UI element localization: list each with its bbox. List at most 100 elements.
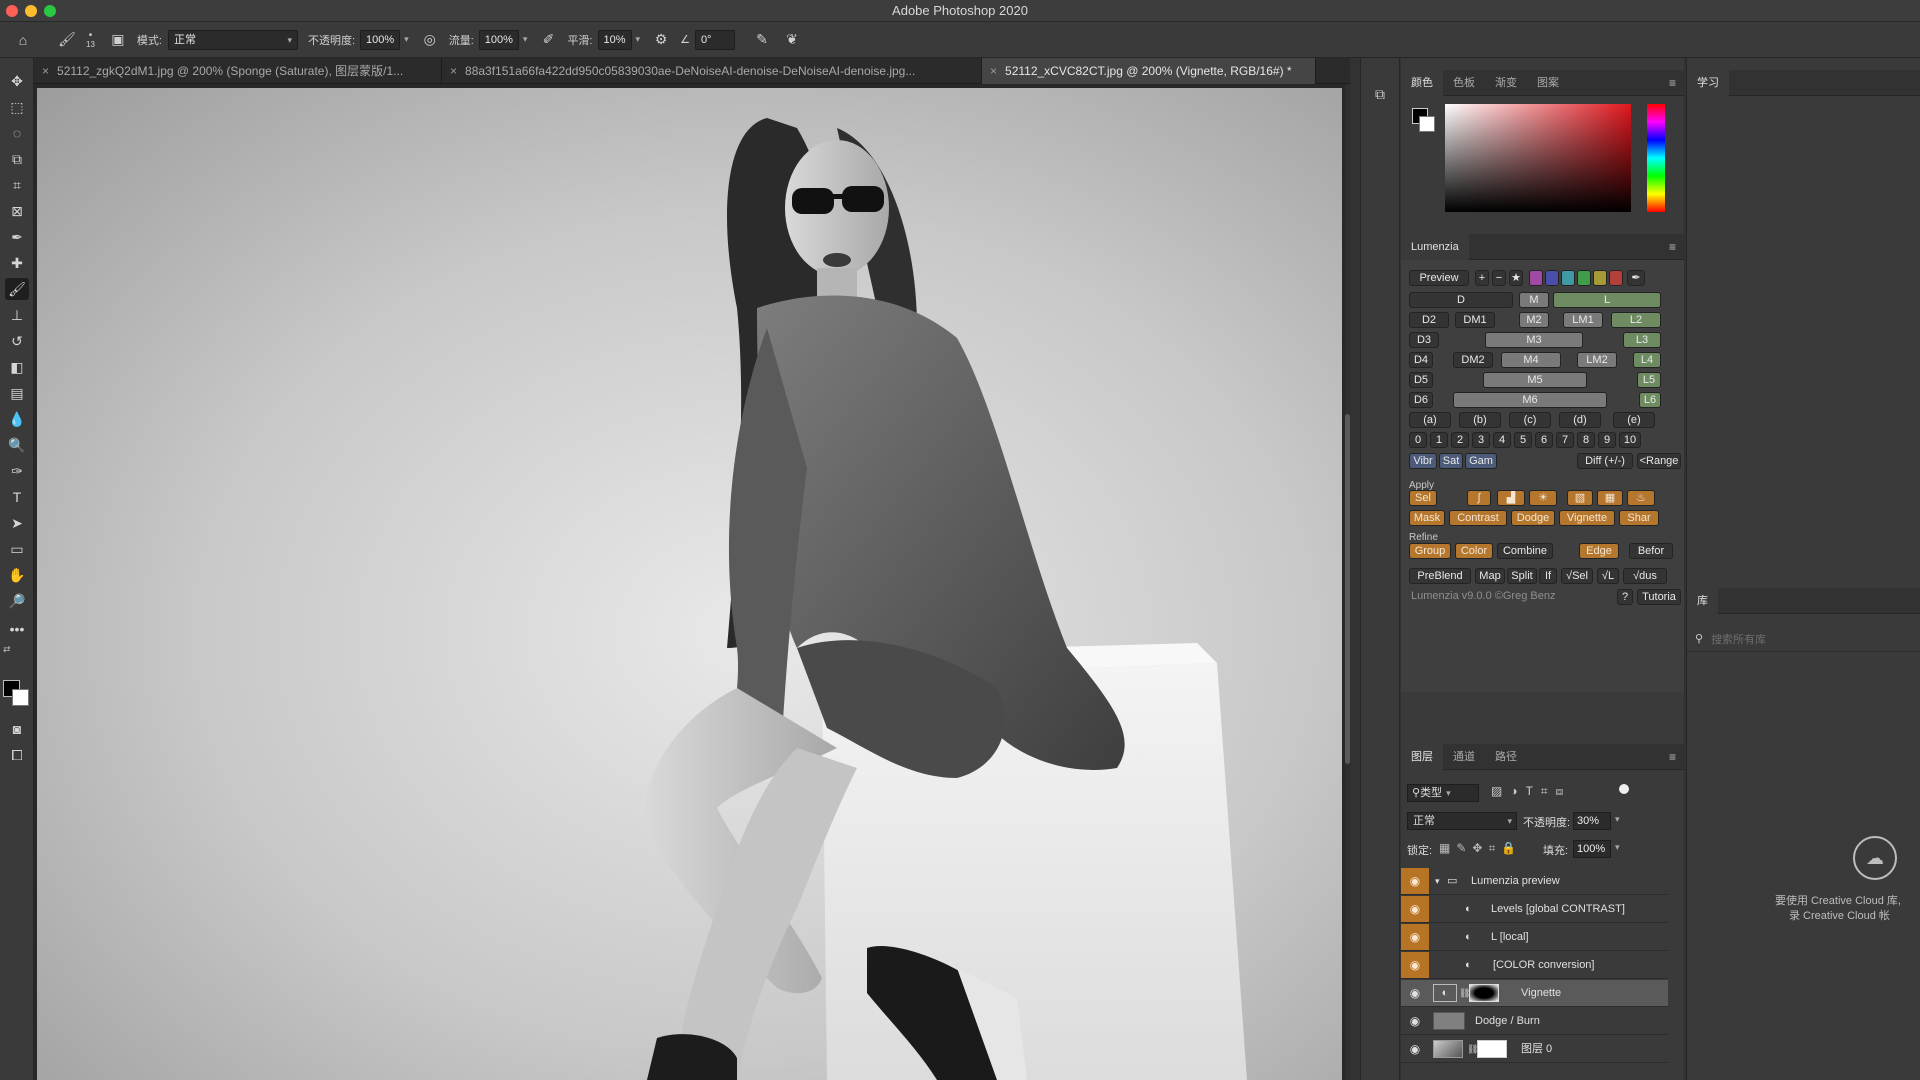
lz-num-3[interactable]: 3 [1472,432,1490,448]
lz-btn-L6[interactable]: L6 [1639,392,1661,408]
color-bg-swatch[interactable] [1419,116,1435,132]
lz-num-0[interactable]: 0 [1409,432,1427,448]
pressure-opacity-icon[interactable]: ◎ [419,29,441,51]
history-brush-tool-icon[interactable]: ↺ [5,330,29,352]
lz-num-9[interactable]: 9 [1598,432,1616,448]
object-select-tool-icon[interactable]: ⧉ [5,148,29,170]
lz-btn-LM1[interactable]: LM1 [1563,312,1603,328]
lz-edge-button[interactable]: Edge [1579,543,1619,559]
lz-levels-icon[interactable]: ▟ [1497,490,1525,506]
eye-icon[interactable]: ◉ [1401,952,1429,978]
blend-mode-select[interactable]: 正常 ▾ [1407,812,1517,830]
background-color-swatch[interactable] [12,689,29,706]
quick-mask-icon[interactable]: ◙ [5,718,29,740]
lz-help-button[interactable]: ? [1617,589,1633,605]
lz-btn-D4[interactable]: D4 [1409,352,1433,368]
lz-swatch-cyan[interactable] [1561,270,1575,286]
lz-btn-L[interactable]: L [1553,292,1661,308]
lz-num-4[interactable]: 4 [1493,432,1511,448]
lz-star-button[interactable]: ★ [1509,270,1523,286]
lz-check-sel-button[interactable]: √Sel [1561,568,1593,584]
lz-num-6[interactable]: 6 [1535,432,1553,448]
lz-vignette-button[interactable]: Vignette [1559,510,1615,526]
hue-slider[interactable] [1647,104,1665,212]
zoom-tool-icon[interactable]: 🔎 [5,590,29,612]
brush-preset-icon[interactable]: 🖌 [56,29,78,51]
lz-sel-button[interactable]: Sel [1409,490,1437,506]
path-select-tool-icon[interactable]: ➤ [5,512,29,534]
tab-document-3[interactable]: × 52112_xCVC82CT.jpg @ 200% (Vignette, RG… [982,58,1316,84]
lz-btn-D6[interactable]: D6 [1409,392,1433,408]
eye-icon[interactable]: ◉ [1401,1036,1429,1062]
canvas-area[interactable] [34,84,1350,1080]
lz-check-l-button[interactable]: √L [1597,568,1619,584]
lz-btn-M5[interactable]: M5 [1483,372,1587,388]
healing-brush-tool-icon[interactable]: ✚ [5,252,29,274]
layer-row[interactable]: ◉ ▾ ▭ Lumenzia preview [1401,868,1668,895]
lz-btn-e[interactable]: (e) [1613,412,1655,428]
close-icon[interactable]: × [990,64,997,78]
layer-filter-icons[interactable]: ▨◑T⌗⧈ [1491,784,1571,799]
lz-diff-button[interactable]: Diff (+/-) [1577,453,1633,469]
zoom-window-button[interactable] [44,5,56,17]
lz-btn-L2[interactable]: L2 [1611,312,1661,328]
lz-range-button[interactable]: <Range [1637,453,1681,469]
swap-colors-icon[interactable]: ⇄ [3,644,11,655]
lz-num-1[interactable]: 1 [1430,432,1448,448]
layer-row[interactable]: ◉ ◐ ⛓ Vignette [1401,980,1668,1007]
panel-menu-icon[interactable]: ≡ [1669,240,1676,254]
lz-btn-DM1[interactable]: DM1 [1455,312,1495,328]
lz-swatch-green[interactable] [1577,270,1591,286]
lz-btn-L3[interactable]: L3 [1623,332,1661,348]
lz-btn-D5[interactable]: D5 [1409,372,1433,388]
lz-btn-M6[interactable]: M6 [1453,392,1607,408]
lz-btn-D[interactable]: D [1409,292,1513,308]
lz-swatch-yellow[interactable] [1593,270,1607,286]
crop-tool-icon[interactable]: ⌗ [5,174,29,196]
eye-icon[interactable]: ◉ [1401,924,1429,950]
pen-tool-icon[interactable]: ✑ [5,460,29,482]
library-search-input[interactable]: 搜索所有库 [1711,631,1766,647]
lz-num-2[interactable]: 2 [1451,432,1469,448]
more-tools-icon[interactable]: ••• [5,618,29,640]
tab-paths[interactable]: 路径 [1485,744,1527,770]
lz-btn-D2[interactable]: D2 [1409,312,1449,328]
lz-btn-a[interactable]: (a) [1409,412,1451,428]
lz-color-button[interactable]: Color [1455,543,1493,559]
chevron-down-icon[interactable]: ▾ [1615,842,1620,853]
lz-sat-button[interactable]: Sat [1439,453,1463,469]
panel-menu-icon[interactable]: ≡ [1669,76,1676,90]
lz-btn-M3[interactable]: M3 [1485,332,1583,348]
screen-mode-icon[interactable]: ⧠ [5,744,29,766]
tab-channels[interactable]: 通道 [1443,744,1485,770]
scrollbar-thumb[interactable] [1345,414,1350,764]
brush-size-picker[interactable]: • 13 [86,30,95,49]
lz-if-button[interactable]: If [1539,568,1557,584]
eye-icon[interactable]: ◉ [1401,1008,1429,1034]
eye-icon[interactable]: ◉ [1401,868,1429,894]
eye-icon[interactable]: ◉ [1401,980,1429,1006]
lz-preblend-button[interactable]: PreBlend [1409,568,1471,584]
chevron-down-icon[interactable]: ▾ [636,34,641,45]
tab-swatches[interactable]: 色板 [1443,70,1485,96]
lz-btn-L5[interactable]: L5 [1637,372,1661,388]
hand-tool-icon[interactable]: ✋ [5,564,29,586]
lz-swatch-magenta[interactable] [1529,270,1543,286]
lz-num-8[interactable]: 8 [1577,432,1595,448]
lz-num-10[interactable]: 10 [1619,432,1641,448]
marquee-tool-icon[interactable]: ⬚ [5,96,29,118]
lz-btn-M2[interactable]: M2 [1519,312,1549,328]
tab-library[interactable]: 库 [1687,587,1718,614]
layer-mask-thumbnail[interactable] [1469,984,1499,1002]
lz-contrast-button[interactable]: Contrast [1449,510,1507,526]
opacity-input[interactable]: 100% [360,29,401,50]
lz-tutorial-button[interactable]: Tutoria [1637,589,1681,605]
canvas-scrollbar[interactable] [1345,84,1350,1080]
lz-vibr-button[interactable]: Vibr [1409,453,1437,469]
lz-btn-DM2[interactable]: DM2 [1453,352,1493,368]
lz-sharpen-button[interactable]: Shar [1619,510,1659,526]
lz-btn-M4[interactable]: M4 [1501,352,1561,368]
lz-mask-button[interactable]: Mask [1409,510,1445,526]
chevron-down-icon[interactable]: ▾ [404,34,409,45]
tab-document-1[interactable]: × 52112_zgkQ2dM1.jpg @ 200% (Sponge (Satu… [34,58,442,84]
